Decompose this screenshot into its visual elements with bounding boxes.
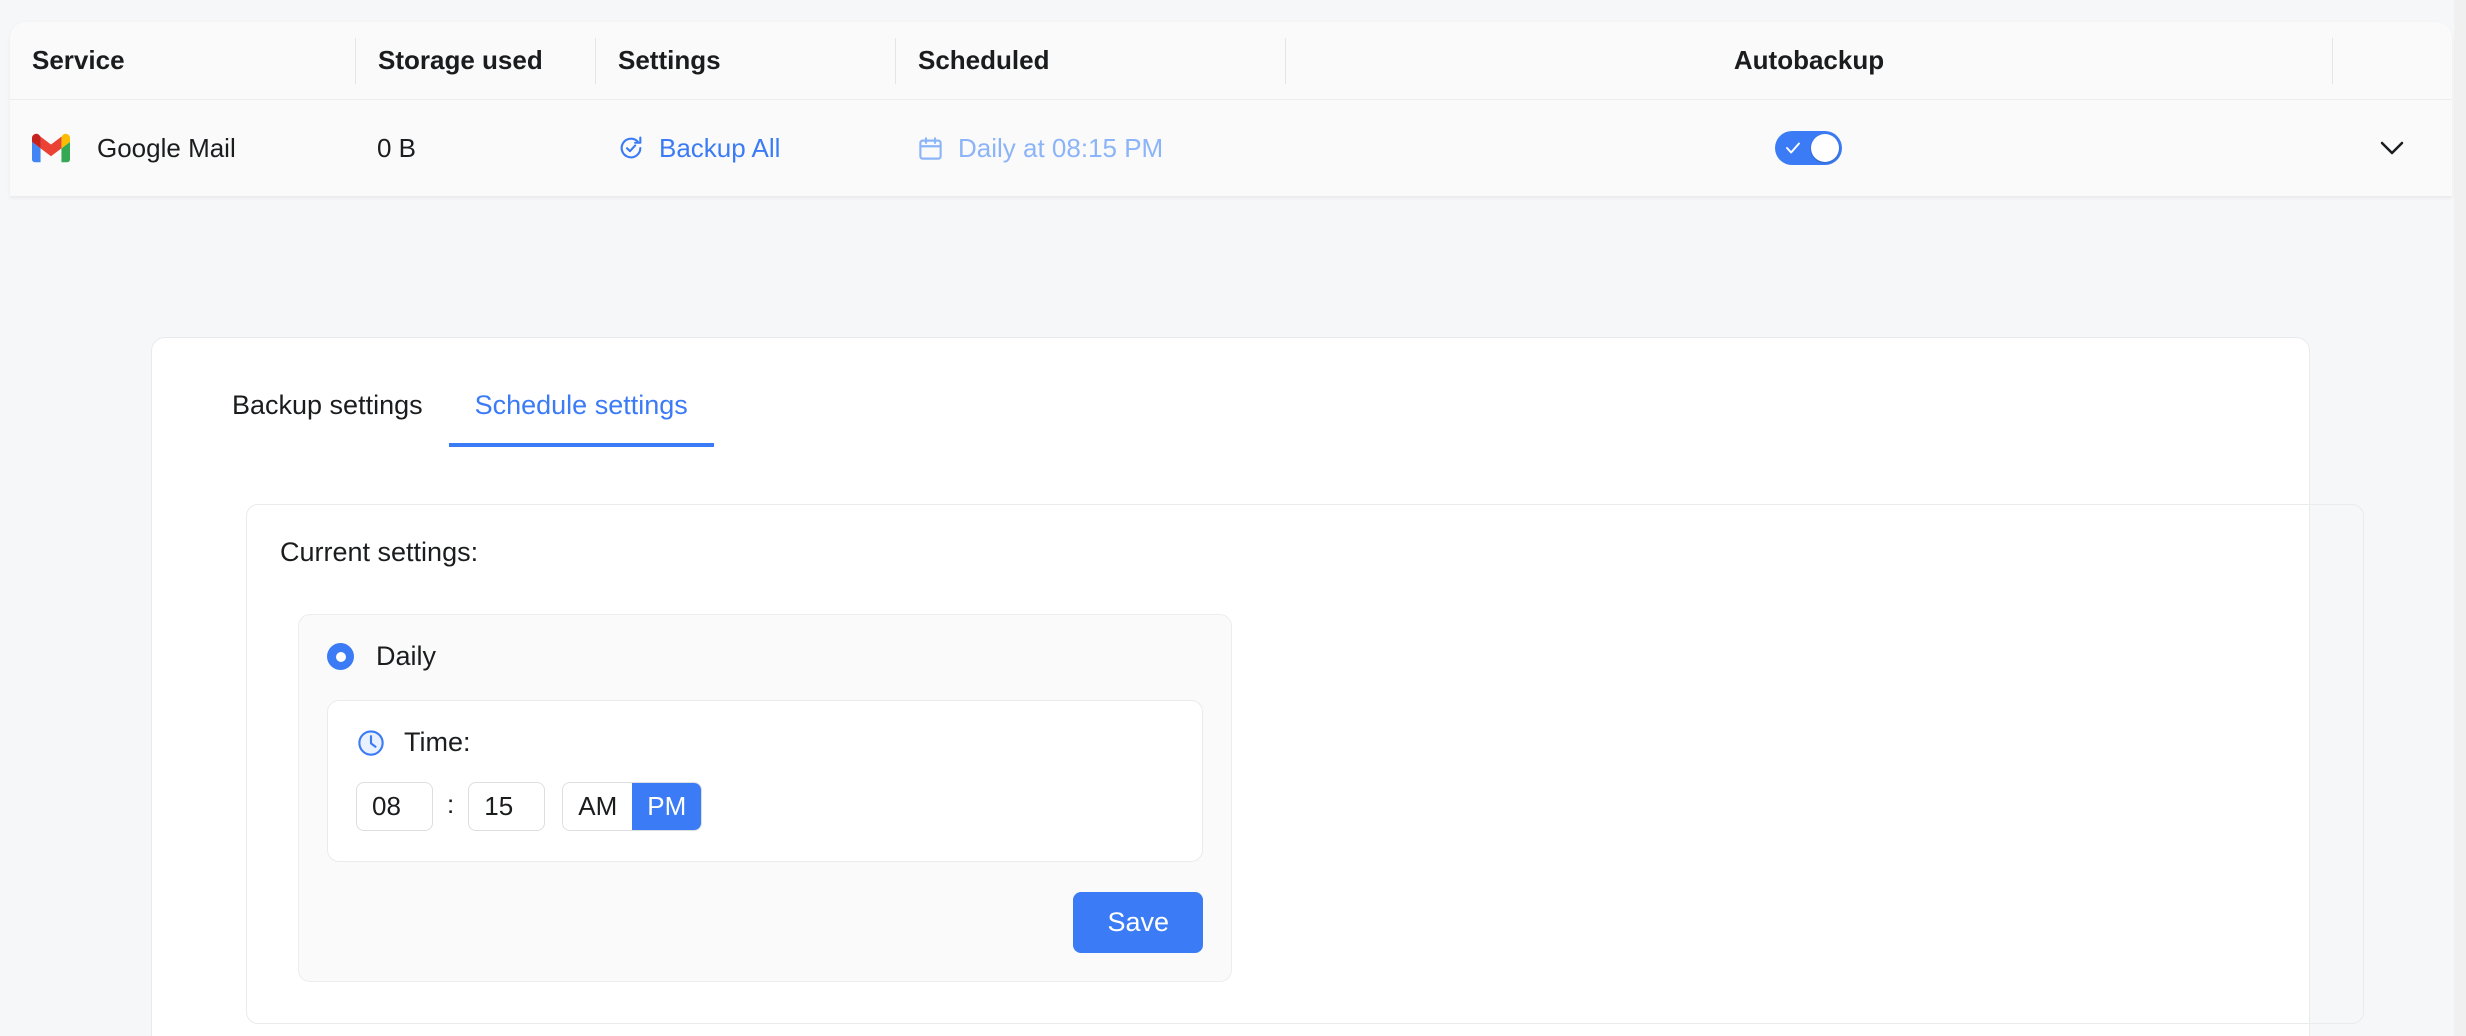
scheduled-cell[interactable]: Daily at 08:15 PM <box>895 100 1285 196</box>
radio-daily-label: Daily <box>376 641 437 671</box>
refresh-check-icon <box>620 136 642 159</box>
time-separator: : <box>447 789 455 819</box>
save-row: Save <box>327 892 1203 953</box>
backup-all-label: Backup All <box>659 132 781 163</box>
save-button[interactable]: Save <box>1073 892 1203 953</box>
gmail-icon <box>32 133 70 163</box>
column-header-service: Service <box>32 45 125 75</box>
radio-daily-indicator <box>327 643 354 670</box>
time-header: Time: <box>356 727 1174 758</box>
current-settings-label: Current settings: <box>280 537 479 567</box>
meridiem-option-am[interactable]: AM <box>563 783 633 830</box>
service-settings-panel: Backup settings Schedule settings Curren… <box>151 337 2364 1036</box>
service-cell: Google Mail <box>10 100 355 196</box>
time-controls: : AM PM <box>356 782 1174 831</box>
page-scrollbar[interactable] <box>2454 0 2466 1036</box>
check-icon <box>1786 142 1800 154</box>
time-settings-card: Time: : AM PM <box>327 700 1203 862</box>
tab-backup-settings[interactable]: Backup settings <box>206 390 449 447</box>
column-header-expand <box>2332 37 2452 84</box>
hour-input[interactable] <box>356 782 433 831</box>
autobackup-toggle[interactable] <box>1775 131 1842 165</box>
settings-tabs: Backup settings Schedule settings <box>152 338 2309 447</box>
backup-all-button[interactable]: Backup All <box>595 100 895 196</box>
clock-icon <box>358 729 384 756</box>
column-header-autobackup: Autobackup <box>1285 37 2332 84</box>
tab-schedule-settings[interactable]: Schedule settings <box>448 390 714 447</box>
column-header-settings: Settings <box>595 37 895 84</box>
autobackup-cell <box>1285 100 2332 196</box>
schedule-frequency-group: Daily Time: : <box>298 614 1232 982</box>
calendar-icon <box>919 136 942 160</box>
storage-used-cell: 0 B <box>377 132 417 163</box>
time-label: Time: <box>404 727 471 757</box>
service-name: Google Mail <box>97 132 236 163</box>
page-root: Service Storage used Settings Scheduled … <box>0 0 2466 1036</box>
meridiem-option-pm[interactable]: PM <box>632 783 702 830</box>
table-row[interactable]: Google Mail 0 B Backup All Daily at 08:1… <box>10 100 2452 197</box>
table-header-row: Service Storage used Settings Scheduled … <box>10 22 2452 100</box>
radio-dot <box>335 651 346 662</box>
chevron-down-icon <box>2380 141 2404 155</box>
toggle-knob <box>1811 134 1839 162</box>
expand-row-button[interactable] <box>2332 100 2452 196</box>
meridiem-toggle-group: AM PM <box>562 782 703 831</box>
column-header-scheduled: Scheduled <box>895 37 1285 84</box>
radio-option-daily[interactable]: Daily <box>327 641 1203 672</box>
services-table: Service Storage used Settings Scheduled … <box>10 22 2452 197</box>
schedule-settings-card: Current settings: Daily Time: 08: 15 AM… <box>246 504 2364 1024</box>
column-header-storage-used: Storage used <box>355 37 595 84</box>
minute-input[interactable] <box>468 782 546 831</box>
scheduled-text: Daily at 08:15 PM <box>958 132 1164 163</box>
